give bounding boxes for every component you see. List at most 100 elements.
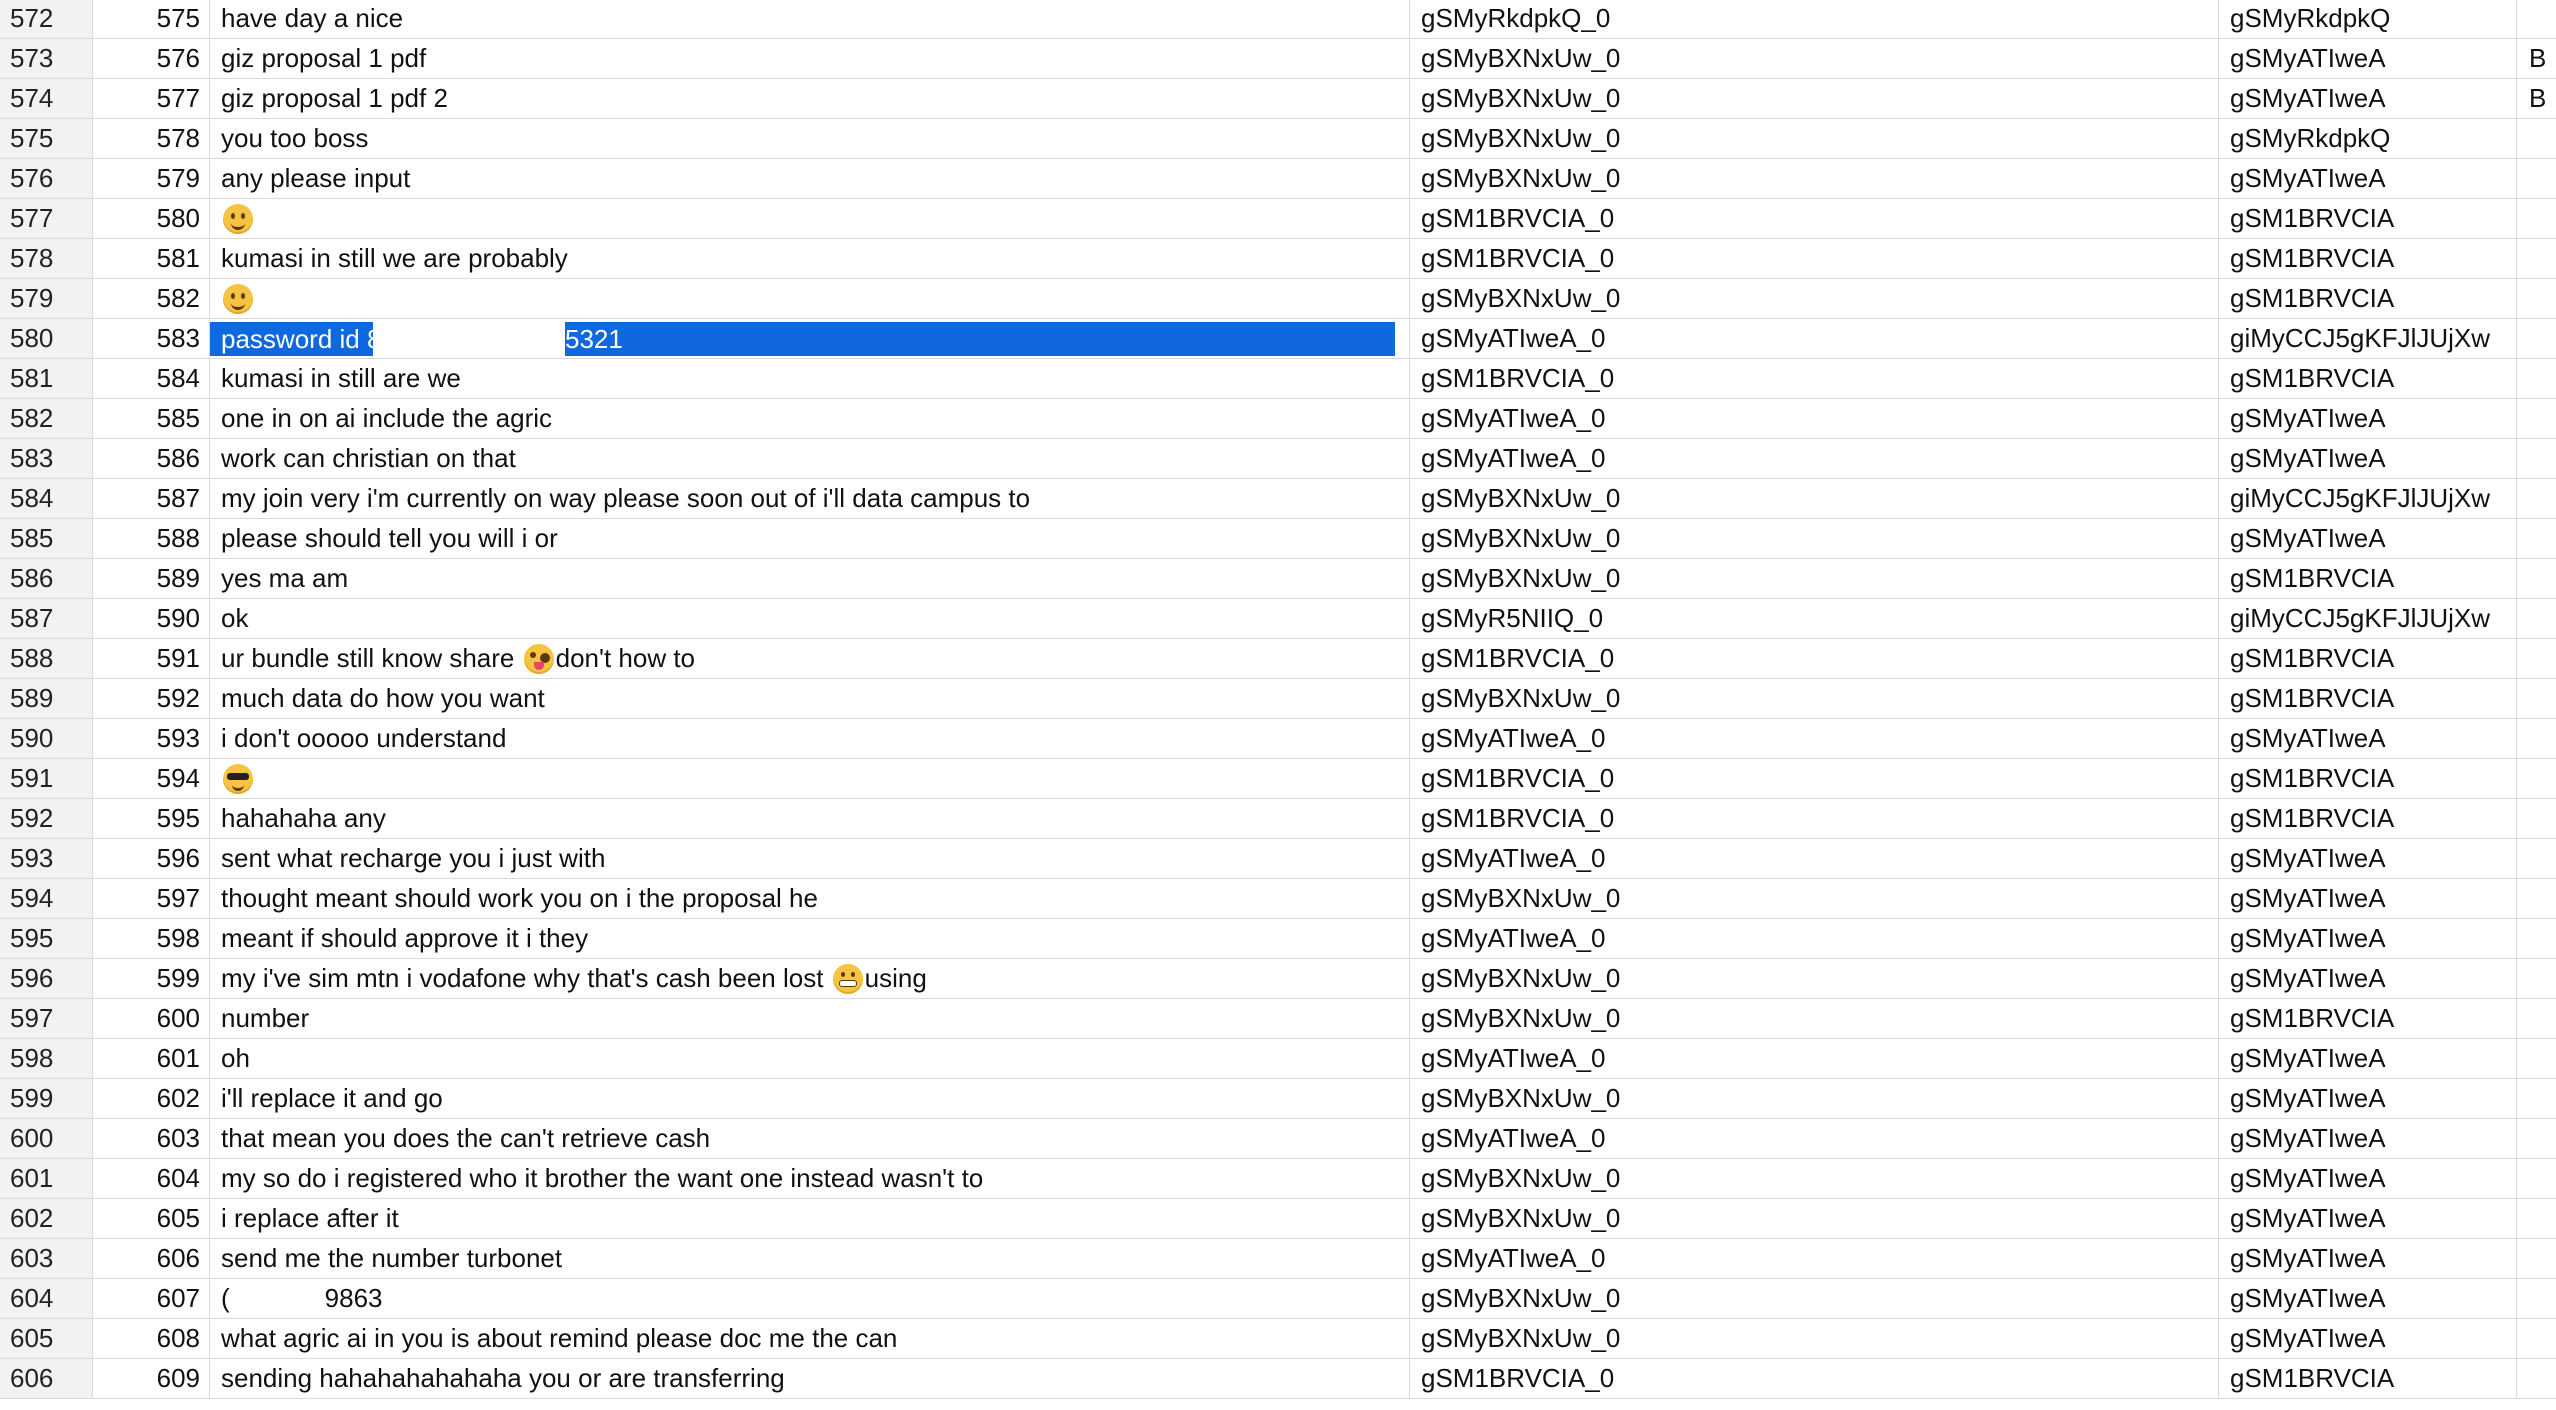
table-row[interactable]: 579 582 gSMyBXNxUw_0 gSM1BRVCIA (0, 279, 2556, 319)
extra-cell[interactable] (2517, 719, 2556, 758)
row-number-cell[interactable]: 583 (0, 439, 93, 478)
extra-cell[interactable] (2517, 519, 2556, 558)
row-number-cell[interactable]: 575 (0, 119, 93, 158)
message-text-cell[interactable]: have day a nice (210, 0, 1410, 38)
table-row[interactable]: 590 593 i don't ooooo understand gSMyATIweA… (0, 719, 2556, 759)
row-number-cell[interactable]: 592 (0, 799, 93, 838)
message-text-cell[interactable]: what agric ai in you is about remind ple… (210, 1319, 1410, 1358)
row-number-cell[interactable]: 604 (0, 1279, 93, 1318)
sender-id-cell[interactable]: gSMyATIweA_0 (1410, 439, 2219, 478)
extra-cell[interactable] (2517, 319, 2556, 358)
receiver-id-cell[interactable]: gSMyATIweA (2219, 959, 2517, 998)
index-cell[interactable]: 591 (93, 639, 210, 678)
row-number-cell[interactable]: 591 (0, 759, 93, 798)
message-text-cell[interactable]: password id 8 5321 (210, 319, 1410, 358)
index-cell[interactable]: 587 (93, 479, 210, 518)
sender-id-cell[interactable]: gSMyBXNxUw_0 (1410, 879, 2219, 918)
receiver-id-cell[interactable]: gSM1BRVCIA (2219, 199, 2517, 238)
extra-cell[interactable] (2517, 839, 2556, 878)
row-number-cell[interactable]: 594 (0, 879, 93, 918)
receiver-id-cell[interactable]: gSM1BRVCIA (2219, 679, 2517, 718)
receiver-id-cell[interactable]: gSMyATIweA (2219, 879, 2517, 918)
sender-id-cell[interactable]: gSMyATIweA_0 (1410, 1119, 2219, 1158)
sender-id-cell[interactable]: gSMyBXNxUw_0 (1410, 519, 2219, 558)
extra-cell[interactable] (2517, 999, 2556, 1038)
row-number-cell[interactable]: 601 (0, 1159, 93, 1198)
index-cell[interactable]: 599 (93, 959, 210, 998)
index-cell[interactable]: 603 (93, 1119, 210, 1158)
receiver-id-cell[interactable]: gSMyATIweA (2219, 1279, 2517, 1318)
sender-id-cell[interactable]: gSMyBXNxUw_0 (1410, 279, 2219, 318)
message-text-cell[interactable]: (9863 (210, 1279, 1410, 1318)
extra-cell[interactable] (2517, 919, 2556, 958)
message-text-cell[interactable]: any please input (210, 159, 1410, 198)
table-row[interactable]: 605 608 what agric ai in you is about remi… (0, 1319, 2556, 1359)
message-text-cell[interactable]: my join very i'm currently on way please… (210, 479, 1410, 518)
table-row[interactable]: 586 589 yes ma am gSMyBXNxUw_0 gSM1BRVCIA (0, 559, 2556, 599)
receiver-id-cell[interactable]: gSMyRkdpkQ (2219, 0, 2517, 38)
table-row[interactable]: 576 579 any please input gSMyBXNxUw_0 gSMyAT… (0, 159, 2556, 199)
table-row[interactable]: 573 576 giz proposal 1 pdf gSMyBXNxUw_0 gSMy… (0, 39, 2556, 79)
extra-cell[interactable] (2517, 199, 2556, 238)
row-number-cell[interactable]: 595 (0, 919, 93, 958)
sender-id-cell[interactable]: gSM1BRVCIA_0 (1410, 199, 2219, 238)
index-cell[interactable]: 596 (93, 839, 210, 878)
extra-cell[interactable] (2517, 479, 2556, 518)
table-row[interactable]: 597 600 number gSMyBXNxUw_0 gSM1BRVCIA (0, 999, 2556, 1039)
row-number-cell[interactable]: 574 (0, 79, 93, 118)
sender-id-cell[interactable]: gSMyBXNxUw_0 (1410, 999, 2219, 1038)
row-number-cell[interactable]: 582 (0, 399, 93, 438)
table-row[interactable]: 578 581 kumasi in still we are probably gSM… (0, 239, 2556, 279)
receiver-id-cell[interactable]: gSM1BRVCIA (2219, 239, 2517, 278)
index-cell[interactable]: 582 (93, 279, 210, 318)
message-text-cell[interactable] (210, 199, 1410, 238)
index-cell[interactable]: 606 (93, 1239, 210, 1278)
table-row[interactable]: 603 606 send me the number turbonet gSMyATI… (0, 1239, 2556, 1279)
row-number-cell[interactable]: 599 (0, 1079, 93, 1118)
index-cell[interactable]: 577 (93, 79, 210, 118)
index-cell[interactable]: 580 (93, 199, 210, 238)
receiver-id-cell[interactable]: gSMyATIweA (2219, 159, 2517, 198)
table-row[interactable]: 596 599 my i've sim mtn i vodafone why tha… (0, 959, 2556, 999)
sender-id-cell[interactable]: gSMyBXNxUw_0 (1410, 1199, 2219, 1238)
receiver-id-cell[interactable]: gSM1BRVCIA (2219, 279, 2517, 318)
table-row[interactable]: 594 597 thought meant should work you on i… (0, 879, 2556, 919)
extra-cell[interactable] (2517, 759, 2556, 798)
message-text-cell[interactable]: oh (210, 1039, 1410, 1078)
index-cell[interactable]: 604 (93, 1159, 210, 1198)
sender-id-cell[interactable]: gSMyBXNxUw_0 (1410, 79, 2219, 118)
receiver-id-cell[interactable]: gSM1BRVCIA (2219, 759, 2517, 798)
message-text-cell[interactable]: you too boss (210, 119, 1410, 158)
receiver-id-cell[interactable]: gSM1BRVCIA (2219, 1359, 2517, 1398)
index-cell[interactable]: 609 (93, 1359, 210, 1398)
receiver-id-cell[interactable]: gSMyATIweA (2219, 919, 2517, 958)
sender-id-cell[interactable]: gSMyBXNxUw_0 (1410, 39, 2219, 78)
index-cell[interactable]: 605 (93, 1199, 210, 1238)
message-text-cell[interactable] (210, 279, 1410, 318)
sender-id-cell[interactable]: gSMyBXNxUw_0 (1410, 959, 2219, 998)
message-text-cell[interactable] (210, 759, 1410, 798)
extra-cell[interactable] (2517, 639, 2556, 678)
extra-cell[interactable]: B (2517, 39, 2556, 78)
index-cell[interactable]: 597 (93, 879, 210, 918)
sender-id-cell[interactable]: gSM1BRVCIA_0 (1410, 759, 2219, 798)
message-text-cell[interactable]: hahahaha any (210, 799, 1410, 838)
message-text-cell[interactable]: i replace after it (210, 1199, 1410, 1238)
row-number-cell[interactable]: 585 (0, 519, 93, 558)
row-number-cell[interactable]: 596 (0, 959, 93, 998)
message-text-cell[interactable]: my so do i registered who it brother the… (210, 1159, 1410, 1198)
extra-cell[interactable] (2517, 239, 2556, 278)
receiver-id-cell[interactable]: gSMyATIweA (2219, 1239, 2517, 1278)
extra-cell[interactable] (2517, 1119, 2556, 1158)
row-number-cell[interactable]: 576 (0, 159, 93, 198)
message-text-cell[interactable]: that mean you does the can't retrieve ca… (210, 1119, 1410, 1158)
index-cell[interactable]: 594 (93, 759, 210, 798)
receiver-id-cell[interactable]: gSMyATIweA (2219, 1319, 2517, 1358)
sender-id-cell[interactable]: gSMyATIweA_0 (1410, 1039, 2219, 1078)
receiver-id-cell[interactable]: gSMyATIweA (2219, 519, 2517, 558)
extra-cell[interactable] (2517, 1359, 2556, 1398)
message-text-cell[interactable]: send me the number turbonet (210, 1239, 1410, 1278)
extra-cell[interactable] (2517, 439, 2556, 478)
row-number-cell[interactable]: 573 (0, 39, 93, 78)
message-text-cell[interactable]: work can christian on that (210, 439, 1410, 478)
